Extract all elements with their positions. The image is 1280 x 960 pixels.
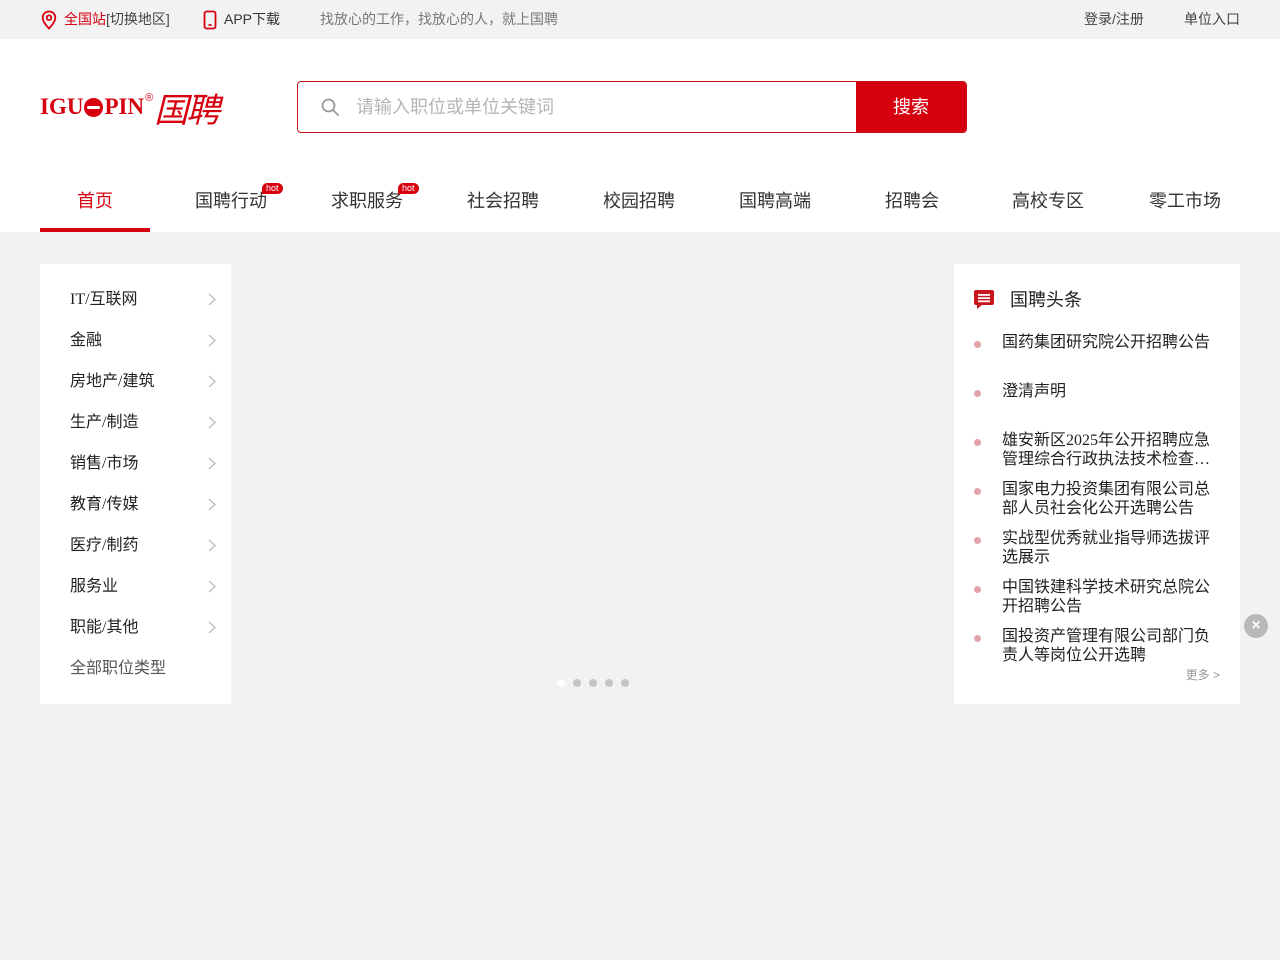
- category-item-functional-other[interactable]: 职能/其他: [70, 607, 216, 648]
- search-button[interactable]: 搜索: [856, 82, 966, 132]
- location-pin-icon: [41, 10, 57, 30]
- tab-label: 国聘行动: [195, 191, 267, 211]
- phone-icon: [203, 10, 217, 29]
- bullet-dot: [974, 439, 981, 446]
- tab-university-zone[interactable]: 高校专区: [993, 176, 1103, 232]
- chevron-right-icon: [208, 416, 216, 429]
- employer-entry-link[interactable]: 单位入口: [1184, 0, 1240, 39]
- headlines-header: 国聘头条: [973, 286, 1082, 312]
- carousel-dot[interactable]: [605, 679, 613, 687]
- category-item-it-internet[interactable]: IT/互联网: [70, 279, 216, 320]
- tab-job-fair[interactable]: 招聘会: [857, 176, 967, 232]
- headlines-panel: 国聘头条 国药集团研究院公开招聘公告 澄清声明 雄安新区2025年公开招聘应急管…: [954, 264, 1240, 704]
- site-logo[interactable]: IGU PIN ® 国聘: [40, 83, 232, 131]
- headlines-title: 国聘头条: [1010, 290, 1082, 310]
- carousel-dot[interactable]: [589, 679, 597, 687]
- category-item-finance[interactable]: 金融: [70, 320, 216, 361]
- chevron-right-icon: [208, 539, 216, 552]
- bullet-dot: [974, 341, 981, 348]
- tab-label: 零工市场: [1149, 191, 1221, 211]
- carousel-dot[interactable]: [621, 679, 629, 687]
- chevron-right-icon: [208, 293, 216, 306]
- bullet-dot: [974, 635, 981, 642]
- logo-registered-mark: ®: [145, 92, 154, 104]
- tab-gig-market[interactable]: 零工市场: [1130, 176, 1240, 232]
- chevron-right-icon: [208, 334, 216, 347]
- logo-chinese: 国聘: [154, 92, 220, 130]
- tab-label: 校园招聘: [603, 191, 675, 211]
- carousel-dot[interactable]: [557, 679, 565, 687]
- category-item-manufacturing[interactable]: 生产/制造: [70, 402, 216, 443]
- tab-guopin-action[interactable]: 国聘行动 hot: [176, 176, 286, 232]
- search-box: 搜索: [297, 81, 967, 133]
- all-job-types-link[interactable]: 全部职位类型: [70, 648, 216, 689]
- job-category-panel: IT/互联网 金融 房地产/建筑 生产/制造 销售/市场 教育/传媒 医疗/制药…: [40, 264, 231, 704]
- bullet-dot: [974, 390, 981, 397]
- tab-label: 国聘高端: [739, 191, 811, 211]
- top-bar: 全国站 [切换地区] APP下载 找放心的工作，找放心的人，就上国聘 登录/注册…: [0, 0, 1280, 39]
- app-download-link[interactable]: APP下载: [202, 0, 280, 39]
- tab-label: 首页: [77, 191, 113, 211]
- tab-label: 求职服务: [331, 191, 403, 211]
- tab-label: 高校专区: [1012, 191, 1084, 211]
- tab-social-recruitment[interactable]: 社会招聘: [448, 176, 558, 232]
- tab-label: 招聘会: [885, 191, 939, 211]
- search-input[interactable]: [356, 82, 851, 132]
- carousel-dot[interactable]: [573, 679, 581, 687]
- chevron-right-icon: [208, 580, 216, 593]
- bullet-dot: [974, 537, 981, 544]
- tab-home[interactable]: 首页: [40, 176, 150, 232]
- category-item-medical-pharma[interactable]: 医疗/制药: [70, 525, 216, 566]
- tab-job-service[interactable]: 求职服务 hot: [312, 176, 422, 232]
- carousel-pagination: [557, 679, 637, 687]
- category-item-education-media[interactable]: 教育/传媒: [70, 484, 216, 525]
- bullet-dot: [974, 586, 981, 593]
- message-icon: [974, 290, 994, 309]
- more-news-link[interactable]: 更多 >: [1186, 666, 1220, 683]
- search-icon: [321, 98, 339, 116]
- logo-ball-icon: [84, 97, 104, 117]
- header: IGUPIN ® 国聘 搜索 首页 国聘行动hot 求职服务hot 社会招聘 校…: [0, 39, 1280, 232]
- category-item-services[interactable]: 服务业: [70, 566, 216, 607]
- hot-badge: hot: [262, 183, 283, 194]
- tab-guopin-high-end[interactable]: 国聘高端: [720, 176, 830, 232]
- bullet-dot: [974, 488, 981, 495]
- login-register-link[interactable]: 登录/注册: [1084, 0, 1144, 39]
- chevron-right-icon: [208, 457, 216, 470]
- current-site-label[interactable]: 全国站: [64, 0, 106, 39]
- tab-label: 社会招聘: [467, 191, 539, 211]
- tab-campus-recruitment[interactable]: 校园招聘: [584, 176, 694, 232]
- category-item-sales-marketing[interactable]: 销售/市场: [70, 443, 216, 484]
- app-download-label[interactable]: APP下载: [224, 0, 280, 39]
- switch-region-link[interactable]: [切换地区]: [106, 0, 170, 39]
- slogan-text: 找放心的工作，找放心的人，就上国聘: [320, 11, 558, 27]
- region-switcher[interactable]: 全国站 [切换地区]: [40, 0, 170, 39]
- main-nav: 首页 国聘行动 hot 求职服务 hot 社会招聘 校园招聘 国聘高端 招聘会 高校…: [40, 176, 1240, 232]
- chevron-right-icon: [208, 375, 216, 388]
- logo-latin: IGU PIN: [40, 94, 145, 119]
- chevron-right-icon: [208, 621, 216, 634]
- chevron-right-icon: [208, 498, 216, 511]
- hot-badge: hot: [398, 183, 419, 194]
- close-button[interactable]: ×: [1244, 614, 1268, 638]
- category-item-real-estate[interactable]: 房地产/建筑: [70, 361, 216, 402]
